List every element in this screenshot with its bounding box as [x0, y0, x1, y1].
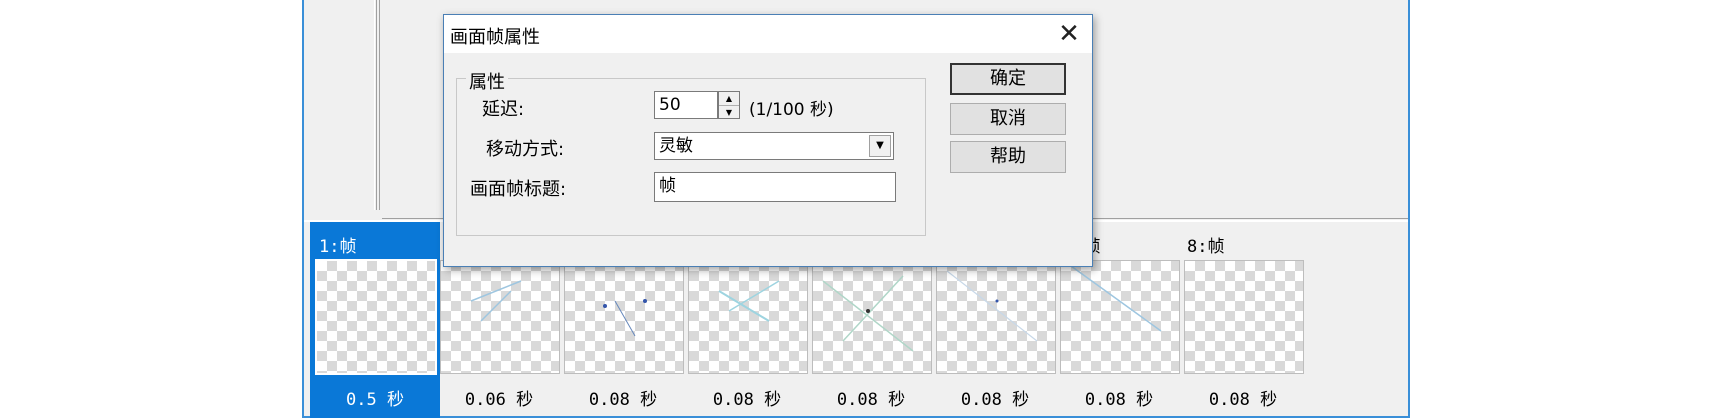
spin-up-icon[interactable]: ▲	[719, 92, 739, 106]
frame-thumbnail	[564, 260, 684, 374]
dialog-title: 画面帧属性	[450, 27, 540, 48]
move-mode-select[interactable]: 灵敏 ▼	[654, 132, 894, 160]
spin-down-icon[interactable]: ▼	[719, 106, 739, 119]
left-pane	[304, 0, 380, 210]
help-button[interactable]: 帮助	[950, 141, 1066, 173]
caption-input[interactable]: 帧	[654, 172, 896, 202]
frame-thumbnail	[440, 260, 560, 374]
caption-label: 画面帧标题:	[470, 179, 567, 200]
frame-thumbnail	[812, 260, 932, 374]
frame-item-8[interactable]: 8:帧 0.08 秒	[1178, 222, 1308, 418]
frame-delay: 0.08 秒	[712, 390, 782, 410]
move-mode-label: 移动方式:	[486, 139, 565, 160]
delay-unit: (1/100 秒)	[749, 100, 834, 120]
delay-spinner[interactable]: ▲ ▼	[718, 91, 740, 119]
frame-item-1[interactable]: 1:帧 0.5 秒	[310, 222, 440, 418]
frame-label: 8:帧	[1187, 237, 1225, 257]
frame-delay: 0.06 秒	[464, 390, 534, 410]
frame-delay: 0.08 秒	[588, 390, 658, 410]
close-icon[interactable]: ✕	[1054, 19, 1084, 49]
frame-thumbnail	[688, 260, 808, 374]
frame-delay: 0.08 秒	[836, 390, 906, 410]
group-title: 属性	[466, 68, 508, 94]
frame-delay: 0.08 秒	[1208, 390, 1278, 410]
frame-delay: 0.08 秒	[960, 390, 1030, 410]
chevron-down-icon[interactable]: ▼	[869, 135, 891, 157]
frame-thumbnail	[1060, 260, 1180, 374]
frame-thumbnail	[315, 259, 437, 375]
frame-label: 1:帧	[319, 237, 357, 257]
ok-button[interactable]: 确定	[950, 63, 1066, 95]
frame-thumbnail	[936, 260, 1056, 374]
frame-thumbnail	[1184, 260, 1304, 374]
cancel-button[interactable]: 取消	[950, 103, 1066, 135]
splitter[interactable]	[374, 0, 380, 210]
frame-delay: 0.08 秒	[1084, 390, 1154, 410]
frame-delay: 0.5 秒	[346, 390, 404, 410]
dialog-titlebar[interactable]: 画面帧属性 ✕	[444, 15, 1092, 53]
move-mode-value: 灵敏	[659, 136, 693, 156]
frame-properties-dialog: 画面帧属性 ✕ 属性 延迟: 50 ▲ ▼ (1/100 秒) 移动方式: 灵敏…	[443, 14, 1093, 267]
delay-input[interactable]: 50	[654, 91, 718, 119]
delay-label: 延迟:	[482, 99, 525, 120]
